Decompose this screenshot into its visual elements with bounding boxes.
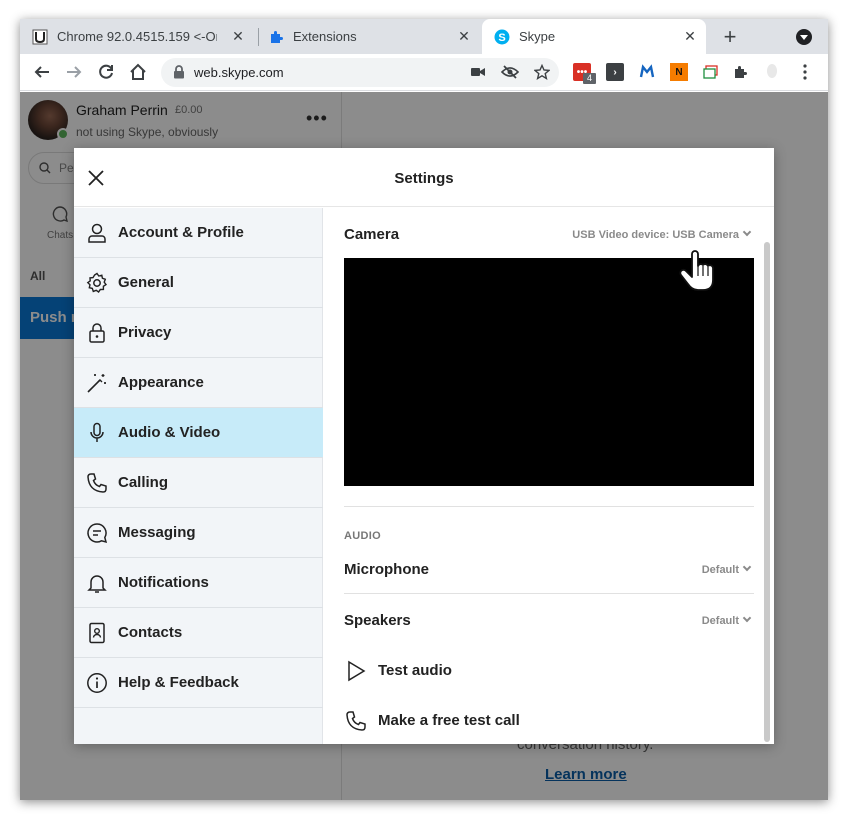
play-icon — [348, 660, 366, 682]
dialog-title: Settings — [394, 170, 454, 187]
phone-icon — [346, 711, 366, 731]
test-audio-label: Test audio — [378, 662, 452, 679]
person-icon — [88, 223, 106, 243]
nav-label: Audio & Video — [118, 424, 221, 441]
nav-label: Contacts — [118, 624, 183, 641]
chat-bubble-icon — [87, 523, 108, 544]
home-icon — [130, 63, 146, 80]
close-icon[interactable]: ✕ — [230, 28, 246, 44]
microphone-icon — [90, 422, 104, 442]
phone-icon — [87, 473, 107, 493]
nav-item-messaging[interactable]: Messaging — [74, 508, 323, 558]
microphone-label: Microphone — [344, 561, 429, 578]
nav-item-privacy[interactable]: Privacy — [74, 308, 323, 358]
tab-strip: Chrome 92.0.4515.159 <-Onli ✕ Extensions… — [20, 19, 828, 54]
reload-icon — [99, 64, 113, 79]
puzzle-icon — [268, 29, 284, 45]
home-button[interactable] — [126, 60, 150, 84]
divider — [344, 506, 754, 507]
nav-item-audio-video[interactable]: Audio & Video — [74, 408, 323, 458]
camera-label: Camera — [344, 226, 400, 243]
tab-separator — [258, 28, 259, 46]
chevron-down-icon — [742, 613, 752, 623]
camera-device-value: USB Video device: USB Camera — [572, 229, 739, 241]
arrow-left-icon — [34, 66, 49, 78]
url-text: web.skype.com — [194, 65, 284, 80]
close-icon[interactable]: ✕ — [682, 28, 698, 44]
divider — [344, 593, 754, 594]
contacts-book-icon — [89, 622, 105, 644]
star-icon[interactable] — [533, 63, 551, 81]
extension-badge: 4 — [583, 73, 596, 84]
tab-extensions[interactable]: Extensions ✕ — [268, 19, 480, 54]
lock-icon — [89, 323, 105, 343]
camera-device-dropdown[interactable]: USB Video device: USB Camera — [572, 227, 752, 241]
forward-button[interactable] — [62, 60, 86, 84]
browser-window: Chrome 92.0.4515.159 <-Onli ✕ Extensions… — [20, 19, 828, 800]
extension-dark-icon[interactable]: › — [606, 63, 624, 81]
test-call-label: Make a free test call — [378, 712, 520, 729]
nav-item-notifications[interactable]: Notifications — [74, 558, 323, 608]
profile-avatar-icon[interactable] — [763, 63, 781, 81]
speakers-label: Speakers — [344, 612, 411, 629]
scrollbar[interactable] — [764, 242, 770, 742]
tab-title: Extensions — [293, 29, 357, 44]
tab-chrome-version[interactable]: Chrome 92.0.4515.159 <-Onli ✕ — [32, 19, 254, 54]
chevron-down-icon — [742, 227, 752, 237]
eye-off-icon[interactable] — [501, 63, 519, 81]
nav-label: Help & Feedback — [118, 674, 239, 691]
nav-item-help-feedback[interactable]: Help & Feedback — [74, 658, 323, 708]
speakers-dropdown[interactable]: Default — [701, 613, 752, 627]
tab-title: Chrome 92.0.4515.159 <-Onli — [57, 29, 217, 44]
malwarebytes-icon[interactable] — [638, 63, 656, 81]
audio-heading: AUDIO — [344, 530, 381, 542]
close-icon[interactable]: ✕ — [456, 28, 472, 44]
browser-toolbar: web.skype.com ••• 4 › N — [20, 54, 828, 91]
nav-item-general[interactable]: General — [74, 258, 323, 308]
extension-tabs-icon[interactable] — [702, 63, 720, 81]
nav-label: Calling — [118, 474, 169, 491]
reload-button[interactable] — [94, 60, 118, 84]
nav-item-appearance[interactable]: Appearance — [74, 358, 323, 408]
nav-label: Notifications — [118, 574, 209, 591]
nav-label: Privacy — [118, 324, 172, 341]
back-button[interactable] — [30, 60, 54, 84]
kebab-menu-icon[interactable] — [796, 63, 814, 81]
hand-pointer-icon — [679, 250, 714, 291]
nav-item-account-profile[interactable]: Account & Profile — [74, 208, 323, 258]
arrow-right-icon — [67, 66, 82, 78]
microphone-value: Default — [701, 564, 739, 576]
tab-title: Skype — [519, 29, 556, 44]
extensions-puzzle-icon[interactable] — [732, 63, 750, 81]
settings-content: Camera USB Video device: USB Camera AUDI… — [324, 208, 774, 744]
nav-label: Messaging — [118, 524, 196, 541]
bell-icon — [87, 575, 107, 593]
tab-search-icon[interactable] — [796, 29, 812, 45]
address-bar[interactable]: web.skype.com — [161, 58, 559, 87]
skype-icon: S — [494, 29, 510, 45]
settings-nav: Account & Profile General Privacy Appear… — [74, 208, 323, 744]
nav-label: Appearance — [118, 374, 204, 391]
svg-text:S: S — [498, 32, 505, 44]
info-icon — [87, 673, 107, 693]
nav-item-calling[interactable]: Calling — [74, 458, 323, 508]
extension-orange-icon[interactable]: N — [670, 63, 688, 81]
microphone-dropdown[interactable]: Default — [701, 562, 752, 576]
nav-item-contacts[interactable]: Contacts — [74, 608, 323, 658]
dialog-header: Settings — [74, 148, 774, 207]
u-logo-icon — [32, 29, 48, 45]
speakers-value: Default — [701, 615, 739, 627]
settings-dialog: Settings Account & Profile General Priva… — [74, 148, 774, 744]
new-tab-button[interactable]: + — [717, 24, 743, 50]
chevron-down-icon — [742, 562, 752, 572]
lock-icon[interactable] — [170, 63, 188, 81]
tab-skype[interactable]: S Skype ✕ — [482, 19, 706, 54]
gear-icon — [86, 272, 108, 293]
nav-label: Account & Profile — [118, 224, 244, 241]
magic-wand-icon — [87, 374, 106, 393]
nav-label: General — [118, 274, 174, 291]
camera-icon[interactable] — [469, 63, 487, 81]
